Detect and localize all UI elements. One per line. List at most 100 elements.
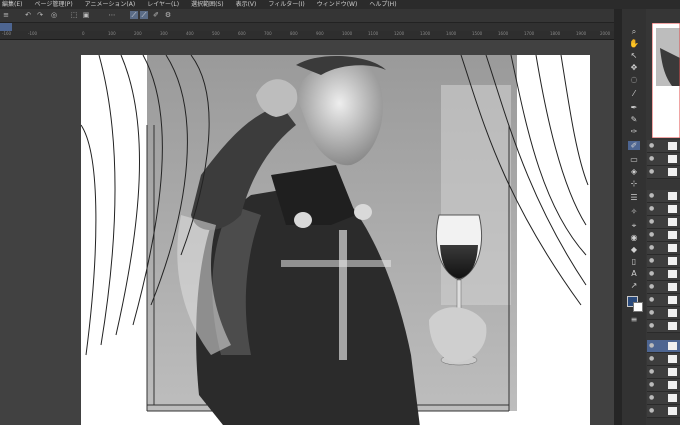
layer-row[interactable]: ● (647, 281, 680, 294)
layer-row[interactable]: ● (647, 140, 680, 153)
sub-color-swatch[interactable] (633, 302, 643, 312)
menu-help[interactable]: ヘルプ(H) (369, 0, 396, 9)
layer-visibility-icon[interactable]: ● (649, 283, 654, 290)
ruler-label: -100 (28, 31, 38, 36)
menu-edit[interactable]: 編集(E) (2, 0, 22, 9)
menu-view[interactable]: 表示(V) (236, 0, 257, 9)
artwork-canvas[interactable] (81, 55, 590, 425)
canvas-area[interactable] (0, 40, 614, 425)
undo-icon[interactable]: ↶ (24, 11, 32, 19)
layer-row[interactable]: ● (647, 392, 680, 405)
menu-layer[interactable]: レイヤー(L) (147, 0, 179, 9)
transform-icon[interactable]: ▣ (82, 11, 90, 19)
layer-visibility-icon[interactable]: ● (649, 394, 654, 401)
move-layer-icon[interactable]: ✥ (628, 63, 640, 72)
ruler-label: 500 (212, 31, 220, 36)
settings-icon[interactable]: ⚙ (164, 11, 172, 19)
layer-row-selected[interactable]: ● (647, 340, 680, 353)
layer-row[interactable]: ● (647, 229, 680, 242)
menu-page[interactable]: ページ管理(P) (34, 0, 72, 9)
layer-visibility-icon[interactable]: ● (649, 168, 654, 175)
layer-row[interactable]: ● (647, 242, 680, 255)
brush-icon[interactable]: ✑ (628, 127, 640, 136)
special-ruler-icon[interactable]: ⟋ (140, 11, 148, 19)
layer-visibility-icon[interactable]: ● (649, 205, 654, 212)
eraser-icon[interactable]: ▭ (628, 155, 640, 164)
menu-animation[interactable]: アニメーション(A) (85, 0, 136, 9)
layer-row[interactable]: ● (647, 268, 680, 281)
layer-visibility-icon[interactable]: ● (649, 407, 654, 414)
layer-thumbnail (668, 168, 677, 176)
eyedropper-icon[interactable]: ⁄ (628, 89, 640, 98)
pen-icon[interactable]: ✒ (628, 103, 640, 112)
layer-visibility-icon[interactable]: ● (649, 296, 654, 303)
layer-visibility-icon[interactable]: ● (649, 231, 654, 238)
layer-row[interactable]: ● (647, 216, 680, 229)
zoom-icon[interactable]: ⌕ (628, 27, 640, 36)
layer-visibility-icon[interactable]: ● (649, 368, 654, 375)
layer-visibility-icon[interactable]: ● (649, 155, 654, 162)
layer-thumbnail (668, 322, 677, 330)
layer-row[interactable]: ● (647, 255, 680, 268)
blend-icon[interactable]: ◈ (628, 167, 640, 176)
balloon-icon[interactable]: ↗ (628, 281, 640, 290)
layer-row[interactable]: ● (647, 190, 680, 203)
ruler-label: 1300 (420, 31, 431, 36)
layer-row[interactable]: ● (647, 203, 680, 216)
tool-property-selected[interactable] (0, 23, 12, 31)
layer-visibility-icon[interactable]: ● (649, 342, 654, 349)
ellipse-icon[interactable]: ◉ (628, 233, 640, 242)
ruler-label: 1600 (498, 31, 509, 36)
layer-row[interactable]: ● (647, 307, 680, 320)
layer-visibility-icon[interactable]: ● (649, 192, 654, 199)
ruler-label: 700 (264, 31, 272, 36)
layer-visibility-icon[interactable]: ● (649, 244, 654, 251)
figure-icon[interactable]: ⌖ (628, 221, 640, 230)
layer-visibility-icon[interactable]: ● (649, 218, 654, 225)
pen-setting-icon[interactable]: ✐ (152, 11, 160, 19)
ruler-snap-icon[interactable]: ⟋ (130, 11, 138, 19)
frame-icon[interactable]: ◆ (628, 245, 640, 254)
redo-icon[interactable]: ↷ (36, 11, 44, 19)
correct-line-icon[interactable]: ≡ (628, 315, 640, 324)
menu-window[interactable]: ウィンドウ(W) (317, 0, 358, 9)
layer-row[interactable]: ● (647, 320, 680, 333)
layer-visibility-icon[interactable]: ● (649, 322, 654, 329)
layer-visibility-icon[interactable]: ● (649, 309, 654, 316)
snap-icon[interactable]: ⋯ (108, 11, 116, 19)
layer-row[interactable]: ● (647, 153, 680, 166)
layer-visibility-icon[interactable]: ● (649, 270, 654, 277)
lasso-icon[interactable]: ◌ (628, 75, 640, 84)
layer-row[interactable]: ● (647, 294, 680, 307)
layer-row[interactable]: ● (647, 405, 680, 418)
layer-row[interactable]: ● (647, 379, 680, 392)
decoration-icon[interactable]: ⊹ (628, 179, 640, 188)
operation-icon[interactable]: ↖ (628, 51, 640, 60)
airbrush-icon[interactable]: ✐ (628, 141, 640, 150)
ruler-icon[interactable]: ▯ (628, 257, 640, 266)
layer-row[interactable]: ● (647, 366, 680, 379)
clear-icon[interactable]: ◎ (50, 11, 58, 19)
fill-icon[interactable]: ☰ (628, 193, 640, 202)
menu-filter[interactable]: フィルター(I) (268, 0, 304, 9)
layer-thumbnail (668, 244, 677, 252)
pencil-icon[interactable]: ✎ (628, 115, 640, 124)
ruler-label: 1100 (368, 31, 379, 36)
text-icon[interactable]: A (628, 269, 640, 278)
layer-visibility-icon[interactable]: ● (649, 257, 654, 264)
ruler-label: 2000 (600, 31, 611, 36)
layer-visibility-icon[interactable]: ● (649, 142, 654, 149)
layer-visibility-icon[interactable]: ● (649, 381, 654, 388)
layer-row[interactable]: ● (647, 353, 680, 366)
panel-divider[interactable] (614, 9, 622, 425)
layer-row[interactable]: ● (647, 166, 680, 179)
hand-icon[interactable]: ✋ (628, 39, 640, 48)
layer-visibility-icon[interactable]: ● (649, 355, 654, 362)
menu-icon[interactable]: ≡ (2, 11, 10, 19)
menu-selection[interactable]: 選択範囲(S) (191, 0, 224, 9)
layer-thumbnail (668, 218, 677, 226)
layer-thumbnail (668, 283, 677, 291)
fill-icon[interactable]: ⬚ (70, 11, 78, 19)
navigator-preview[interactable] (652, 23, 680, 138)
gradient-icon[interactable]: ✧ (628, 207, 640, 216)
